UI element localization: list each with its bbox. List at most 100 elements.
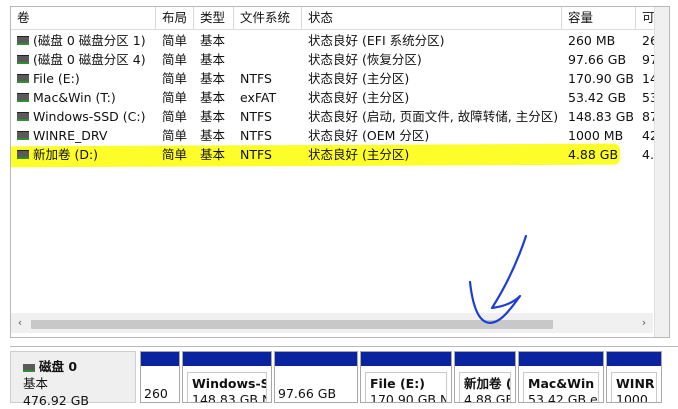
volume-filesystem: exFAT <box>240 90 277 105</box>
volume-row[interactable]: WINRE_DRV 简单 基本 NTFS 状态良好 (OEM 分区) 1000 … <box>11 126 669 145</box>
partition-detail: 170.90 GB N <box>370 392 447 402</box>
scroll-left-icon[interactable]: ‹ <box>11 313 29 333</box>
volume-type: 基本 <box>200 52 226 67</box>
partition-content: WINR 1000 <box>611 372 657 402</box>
column-header-filesystem[interactable]: 文件系统 <box>234 7 302 29</box>
volume-capacity: 260 MB <box>568 33 616 48</box>
volume-type: 基本 <box>200 147 226 162</box>
volume-name: WINRE_DRV <box>33 128 108 143</box>
partition-detail: 1000 <box>616 392 648 402</box>
volume-name: 新加卷 (D:) <box>33 147 99 162</box>
partition-bar <box>183 352 271 366</box>
partition-macwin-t[interactable]: Mac&Win 53.42 GB e <box>518 351 604 403</box>
partition-new-volume-d[interactable]: 新加卷 ( 4.88 GB N <box>454 351 516 403</box>
volume-layout: 简单 <box>162 52 188 67</box>
partition-windows-ssd[interactable]: Windows-S 148.83 GB N <box>182 351 272 403</box>
partition-bar <box>607 352 661 366</box>
volume-filesystem: NTFS <box>240 109 272 124</box>
partition-detail: 260 <box>144 386 168 401</box>
volume-list[interactable]: 卷 布局 类型 文件系统 状态 容量 可 (磁盘 0 磁盘分区 1) 简单 基本… <box>10 6 670 338</box>
volume-name: (磁盘 0 磁盘分区 1) <box>33 33 146 48</box>
volume-row[interactable]: Mac&Win (T:) 简单 基本 exFAT 状态良好 (主分区) 53.4… <box>11 88 669 107</box>
column-header-volume[interactable]: 卷 <box>11 7 156 29</box>
volume-name: (磁盘 0 磁盘分区 4) <box>33 52 146 67</box>
volume-filesystem: NTFS <box>240 71 272 86</box>
partition-bar <box>141 352 179 366</box>
column-header-type[interactable]: 类型 <box>194 7 234 29</box>
volume-list-header: 卷 布局 类型 文件系统 状态 容量 可 <box>11 7 669 30</box>
volume-name-cell: (磁盘 0 磁盘分区 4) <box>11 50 156 69</box>
volume-type: 基本 <box>200 90 226 105</box>
column-header-capacity[interactable]: 容量 <box>562 7 636 29</box>
disk-0-info[interactable]: 磁盘 0 基本 476.92 GB <box>10 351 136 408</box>
volume-filesystem: NTFS <box>240 147 272 162</box>
drive-icon <box>17 36 29 45</box>
horizontal-scrollbar[interactable]: ‹ › <box>11 313 653 333</box>
partition-name: File (E:) <box>370 376 425 391</box>
volume-name-cell: Windows-SSD (C:) <box>11 107 156 126</box>
volume-name-cell: File (E:) <box>11 69 156 88</box>
volume-status: 状态良好 (启动, 页面文件, 故障转储, 主分区) <box>308 109 559 124</box>
partition-bar <box>361 352 451 366</box>
volume-status: 状态良好 (OEM 分区) <box>308 128 430 143</box>
partition-content: Mac&Win 53.42 GB e <box>523 372 599 402</box>
partition-content: Windows-S 148.83 GB N <box>187 372 267 402</box>
disk-map: 磁盘 0 基本 476.92 GB 260 Windows-S 148.83 G… <box>10 346 678 408</box>
volume-status: 状态良好 (主分区) <box>308 71 410 86</box>
volume-type: 基本 <box>200 109 226 124</box>
volume-filesystem: NTFS <box>240 128 272 143</box>
partition-recovery[interactable]: 97.66 GB <box>274 351 358 403</box>
disk-icon <box>23 363 35 372</box>
volume-layout: 简单 <box>162 128 188 143</box>
column-header-layout[interactable]: 布局 <box>156 7 194 29</box>
partition-file-e[interactable]: File (E:) 170.90 GB N <box>360 351 452 403</box>
volume-row[interactable]: (磁盘 0 磁盘分区 4) 简单 基本 状态良好 (恢复分区) 97.66 GB… <box>11 50 669 69</box>
partition-bar <box>519 352 603 366</box>
drive-icon <box>17 93 29 102</box>
drive-icon <box>17 150 29 159</box>
volume-name-cell: (磁盘 0 磁盘分区 1) <box>11 31 156 50</box>
volume-layout: 简单 <box>162 147 188 162</box>
drive-icon <box>17 55 29 64</box>
partition-name: 新加卷 ( <box>464 376 511 391</box>
volume-type: 基本 <box>200 33 226 48</box>
volume-row[interactable]: Windows-SSD (C:) 简单 基本 NTFS 状态良好 (启动, 页面… <box>11 107 669 126</box>
volume-capacity: 148.83 GB <box>568 109 634 124</box>
volume-status: 状态良好 (主分区) <box>308 147 410 162</box>
volume-capacity: 53.42 GB <box>568 90 627 105</box>
disk-size: 476.92 GB <box>23 393 89 408</box>
scroll-right-icon[interactable]: › <box>635 313 653 333</box>
volume-layout: 简单 <box>162 33 188 48</box>
volume-name: Mac&Win (T:) <box>33 90 116 105</box>
volume-capacity: 1000 MB <box>568 128 624 143</box>
volume-row-selected[interactable]: 新加卷 (D:) 简单 基本 NTFS 状态良好 (主分区) 4.88 GB 4… <box>11 143 669 168</box>
volume-status: 状态良好 (EFI 系统分区) <box>308 33 445 48</box>
partition-detail: 4.88 GB N <box>464 392 510 402</box>
partition-name: Windows-S <box>192 376 267 391</box>
volume-filesystem <box>234 50 302 69</box>
partition-detail: 97.66 GB <box>278 386 337 401</box>
partition-bar <box>275 352 357 366</box>
volume-row[interactable]: (磁盘 0 磁盘分区 1) 简单 基本 状态良好 (EFI 系统分区) 260 … <box>11 31 669 50</box>
volume-filesystem <box>234 31 302 50</box>
partition-efi[interactable]: 260 <box>140 351 180 403</box>
volume-layout: 简单 <box>162 90 188 105</box>
drive-icon <box>17 112 29 121</box>
volume-status: 状态良好 (恢复分区) <box>308 52 422 67</box>
volume-type: 基本 <box>200 71 226 86</box>
volume-capacity: 97.66 GB <box>568 52 627 67</box>
drive-icon <box>17 74 29 83</box>
volume-layout: 简单 <box>162 71 188 86</box>
partition-winre[interactable]: WINR 1000 <box>606 351 662 403</box>
partition-detail: 53.42 GB e <box>528 392 598 402</box>
column-header-status[interactable]: 状态 <box>302 7 562 29</box>
volume-capacity: 170.90 GB <box>568 71 634 86</box>
volume-name-cell: 新加卷 (D:) <box>11 145 156 164</box>
partition-content: 新加卷 ( 4.88 GB N <box>459 372 511 402</box>
partition-detail: 148.83 GB N <box>192 392 267 402</box>
disk-management-window: 卷 布局 类型 文件系统 状态 容量 可 (磁盘 0 磁盘分区 1) 简单 基本… <box>0 0 678 408</box>
vertical-scrollbar[interactable] <box>654 7 669 337</box>
volume-name: File (E:) <box>33 71 80 86</box>
volume-row[interactable]: File (E:) 简单 基本 NTFS 状态良好 (主分区) 170.90 G… <box>11 69 669 88</box>
handwritten-check-annotation <box>468 234 528 324</box>
